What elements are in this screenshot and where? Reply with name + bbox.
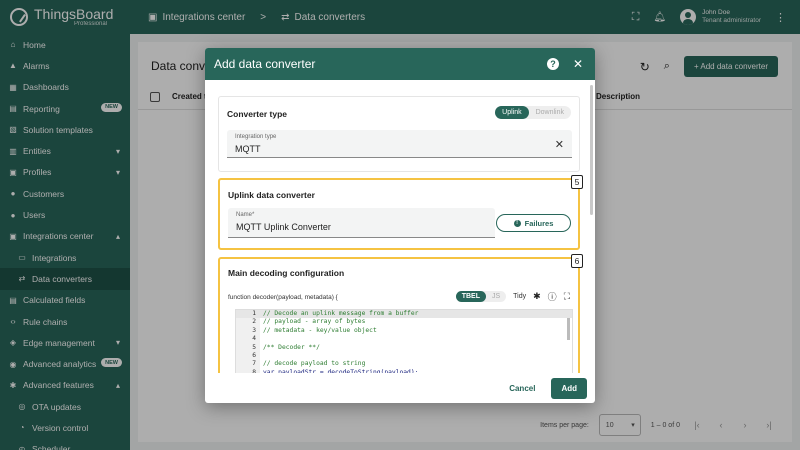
uplink-option[interactable]: Uplink xyxy=(495,106,529,119)
line-number: 3 xyxy=(252,326,256,334)
integration-type-value: MQTT xyxy=(235,144,261,154)
converter-direction-toggle: Uplink Downlink xyxy=(495,106,571,119)
code-text: // metadata - key/value object xyxy=(263,326,377,334)
script-language-toggle: TBEL JS xyxy=(455,291,507,302)
close-icon[interactable]: ✕ xyxy=(573,57,583,71)
dialog-title: Add data converter xyxy=(214,57,316,71)
uplink-converter-title: Uplink data converter xyxy=(228,190,315,200)
code-line: 2 // payload - array of bytes xyxy=(236,318,572,326)
dialog-scrollbar[interactable] xyxy=(590,85,593,215)
converter-type-section: Converter type Uplink Downlink Integrati… xyxy=(218,96,580,172)
line-number: 4 xyxy=(252,335,256,343)
line-number: 7 xyxy=(252,360,256,368)
tbel-option[interactable]: TBEL xyxy=(455,291,486,302)
failures-button[interactable]: ! Failures xyxy=(496,214,571,232)
line-number: 2 xyxy=(252,318,256,326)
code-text: // payload - array of bytes xyxy=(263,318,366,326)
name-value: MQTT Uplink Converter xyxy=(236,222,331,232)
code-line: 4 xyxy=(236,335,572,343)
code-text: /** Decoder **/ xyxy=(263,343,320,351)
add-data-converter-dialog: Add data converter ? ✕ Converter type Up… xyxy=(205,48,595,403)
code-line: 1 // Decode an uplink message from a buff… xyxy=(236,310,572,319)
decoding-config-title: Main decoding configuration xyxy=(228,268,345,278)
fullscreen-editor-icon[interactable]: ⛶ xyxy=(564,291,570,302)
code-line: 7 // decode payload to string xyxy=(236,360,572,368)
code-line: 6 xyxy=(236,352,572,360)
tidy-button[interactable]: Tidy xyxy=(513,293,526,300)
code-line: 3 // metadata - key/value object xyxy=(236,327,572,335)
decoding-config-section: Main decoding configuration function dec… xyxy=(218,257,580,373)
line-number: 6 xyxy=(252,352,256,359)
dialog-header: Add data converter ? ✕ xyxy=(205,48,595,80)
dialog-footer: Cancel Add xyxy=(205,373,595,403)
bug-icon: ! xyxy=(513,219,521,227)
help-circle-icon[interactable]: ⓘ xyxy=(548,290,557,303)
debug-bug-icon[interactable]: ✱ xyxy=(533,291,541,302)
name-label: Name* xyxy=(236,212,255,218)
dialog-body: Converter type Uplink Downlink Integrati… xyxy=(205,80,595,373)
converter-name-field[interactable]: Name* MQTT Uplink Converter xyxy=(228,208,495,238)
converter-type-title: Converter type xyxy=(227,109,287,119)
js-option[interactable]: JS xyxy=(486,291,506,302)
step-marker-6: 6 xyxy=(571,254,583,268)
add-button[interactable]: Add xyxy=(551,377,587,399)
integration-type-field[interactable]: Integration type MQTT ✕ xyxy=(227,130,572,158)
downlink-option[interactable]: Downlink xyxy=(529,106,571,119)
integration-type-label: Integration type xyxy=(235,134,277,140)
code-text: // Decode an uplink message from a buffe… xyxy=(263,310,419,317)
code-line: 5 /** Decoder **/ xyxy=(236,344,572,352)
code-editor[interactable]: 1 // Decode an uplink message from a buff… xyxy=(235,309,573,373)
line-number: 5 xyxy=(252,343,256,351)
cancel-button[interactable]: Cancel xyxy=(503,379,541,398)
help-icon[interactable]: ? xyxy=(546,58,559,70)
clear-icon[interactable]: ✕ xyxy=(555,138,564,151)
code-text: // decode payload to string xyxy=(263,360,366,368)
function-signature: function decoder(payload, metadata) { xyxy=(228,294,338,301)
step-marker-5: 5 xyxy=(571,175,583,189)
uplink-converter-section: Uplink data converter Name* MQTT Uplink … xyxy=(218,178,580,250)
line-number: 1 xyxy=(252,310,256,317)
